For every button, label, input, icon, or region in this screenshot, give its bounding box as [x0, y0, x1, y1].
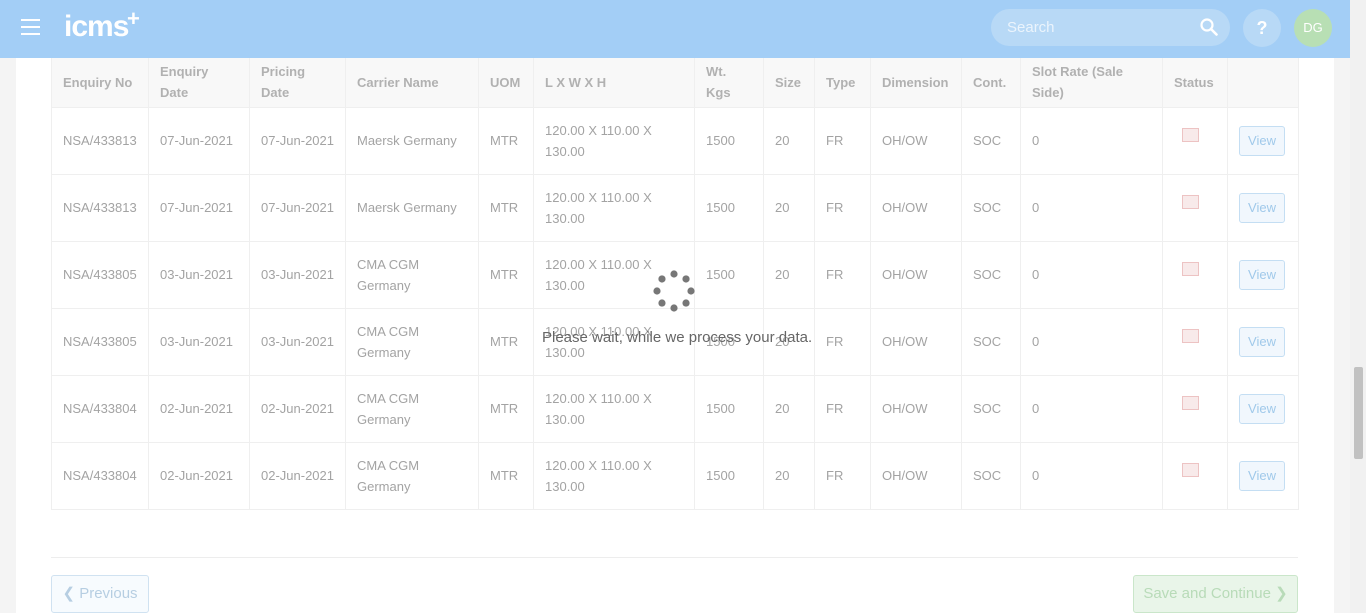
spinner-dot [658, 299, 666, 307]
spinner-dot [687, 287, 695, 295]
spinner-dot [682, 275, 690, 283]
spinner-dot [653, 287, 661, 295]
spinner-dot [682, 299, 690, 307]
loading-spinner-icon [653, 270, 695, 312]
spinner-dot [670, 270, 678, 278]
page-scrollbar[interactable] [1350, 0, 1366, 613]
spinner-dot [658, 275, 666, 283]
spinner-dot [670, 304, 678, 312]
loading-message: Please wait, while we process your data. [542, 329, 813, 346]
scrollbar-thumb[interactable] [1354, 367, 1363, 459]
